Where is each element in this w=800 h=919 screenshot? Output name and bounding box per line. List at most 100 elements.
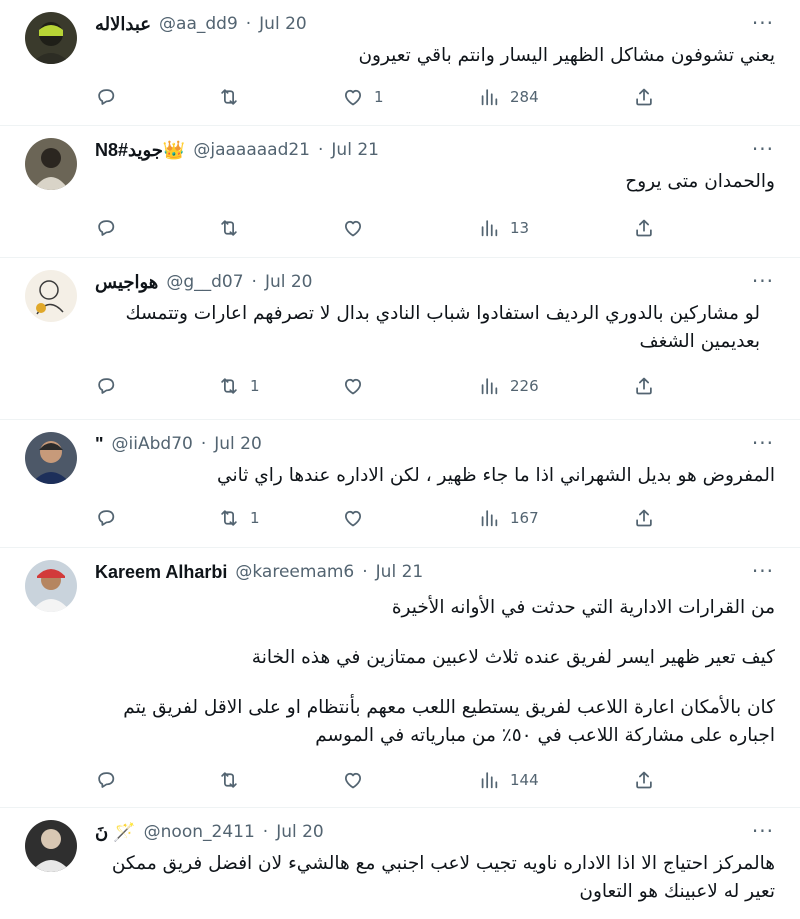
tweet-date[interactable]: Jul 20 <box>214 434 262 454</box>
views-icon <box>478 769 500 791</box>
retweet-button[interactable]: 1 <box>218 506 260 530</box>
tweet[interactable]: نَ 🪄 @noon_2411 · Jul 20 ··· هالمركز احت… <box>0 808 800 919</box>
tweet-actions: 1 284 <box>95 85 675 109</box>
separator-dot: · <box>251 272 257 292</box>
avatar[interactable] <box>25 12 77 64</box>
more-options-icon[interactable]: ··· <box>752 271 774 291</box>
tweet-text: لو مشاركين بالدوري الرديف استفادوا شباب … <box>95 300 760 356</box>
tweet-actions: 1 226 <box>95 374 675 398</box>
separator-dot: · <box>200 434 207 454</box>
tweet[interactable]: Kareem Alharbi @kareemam6 · Jul 21 ··· م… <box>0 548 800 808</box>
like-button[interactable] <box>342 216 374 240</box>
views-button[interactable]: 13 <box>478 216 529 240</box>
like-icon <box>342 217 364 239</box>
tweet-header: نَ 🪄 @noon_2411 · Jul 20 <box>95 820 324 844</box>
reply-button[interactable] <box>95 506 127 530</box>
retweet-button[interactable] <box>218 216 250 240</box>
like-button[interactable]: 1 <box>342 85 384 109</box>
views-button[interactable]: 284 <box>478 85 539 109</box>
tweet[interactable]: " @iiAbd70 · Jul 20 ··· المفروض هو بديل … <box>0 420 800 548</box>
reply-icon <box>95 375 117 397</box>
author-handle[interactable]: @noon_2411 <box>144 822 255 842</box>
avatar[interactable] <box>25 560 77 612</box>
views-icon <box>478 507 500 529</box>
author-handle[interactable]: @iiAbd70 <box>112 434 193 454</box>
separator-dot: · <box>362 562 368 582</box>
author-handle[interactable]: @aa_dd9 <box>159 14 238 34</box>
tweet-text-line: يعني تشوفون مشاكل الظهير اليسار وانتم با… <box>358 45 775 66</box>
tweet-date[interactable]: Jul 20 <box>265 272 313 292</box>
more-options-icon[interactable]: ··· <box>752 561 774 581</box>
views-button[interactable]: 167 <box>478 506 539 530</box>
share-icon <box>633 769 655 791</box>
tweet[interactable]: هواجيس @g__d07 · Jul 20 ··· لو مشاركين ب… <box>0 258 800 420</box>
like-button[interactable] <box>342 374 374 398</box>
retweet-count: 1 <box>250 377 260 395</box>
tweet-date[interactable]: Jul 21 <box>376 562 424 582</box>
like-icon <box>342 375 364 397</box>
reply-button[interactable] <box>95 216 127 240</box>
author-handle[interactable]: @kareemam6 <box>235 562 354 582</box>
paragraph-break <box>95 672 775 694</box>
author-name[interactable]: نَ 🪄 <box>95 822 136 843</box>
views-icon <box>478 86 500 108</box>
avatar[interactable] <box>25 270 77 322</box>
author-name[interactable]: N8#جويد👑 <box>95 140 185 161</box>
tweet[interactable]: عبدالاله @aa_dd9 · Jul 20 ··· يعني تشوفو… <box>0 0 800 126</box>
separator-dot: · <box>318 140 324 160</box>
like-icon <box>342 769 364 791</box>
author-name[interactable]: عبدالاله <box>95 14 151 35</box>
retweet-button[interactable] <box>218 85 250 109</box>
author-name[interactable]: هواجيس <box>95 272 158 293</box>
like-icon <box>342 86 364 108</box>
author-name[interactable]: Kareem Alharbi <box>95 562 227 583</box>
reply-icon <box>95 217 117 239</box>
author-name[interactable]: " <box>95 434 104 455</box>
author-handle[interactable]: @jaaaaaad21 <box>193 140 310 160</box>
views-icon <box>478 217 500 239</box>
views-button[interactable]: 144 <box>478 768 539 792</box>
avatar[interactable] <box>25 138 77 190</box>
more-options-icon[interactable]: ··· <box>752 13 774 33</box>
share-button[interactable] <box>633 506 655 530</box>
retweet-icon <box>218 217 240 239</box>
views-button[interactable]: 226 <box>478 374 539 398</box>
tweet-date[interactable]: Jul 20 <box>259 14 307 34</box>
share-button[interactable] <box>633 85 655 109</box>
retweet-count: 1 <box>250 509 260 527</box>
reply-button[interactable] <box>95 85 127 109</box>
like-button[interactable] <box>342 506 374 530</box>
avatar[interactable] <box>25 432 77 484</box>
retweet-icon <box>218 86 240 108</box>
tweet-date[interactable]: Jul 21 <box>331 140 379 160</box>
tweet-text: هالمركز احتياج الا اذا الاداره ناويه تجي… <box>95 850 775 906</box>
author-handle[interactable]: @g__d07 <box>166 272 243 292</box>
avatar[interactable] <box>25 820 77 872</box>
share-icon <box>633 507 655 529</box>
retweet-button[interactable] <box>218 768 250 792</box>
like-icon <box>342 507 364 529</box>
like-button[interactable] <box>342 768 374 792</box>
more-options-icon[interactable]: ··· <box>752 139 774 159</box>
share-button[interactable] <box>633 768 655 792</box>
tweet[interactable]: N8#جويد👑 @jaaaaaad21 · Jul 21 ··· والحمد… <box>0 126 800 258</box>
tweet-date[interactable]: Jul 20 <box>276 822 324 842</box>
author-name-text: نَ <box>95 821 109 842</box>
retweet-button[interactable]: 1 <box>218 374 260 398</box>
retweet-icon <box>218 769 240 791</box>
tweet-text-line: والحمدان متى يروح <box>625 171 775 192</box>
retweet-icon <box>218 375 240 397</box>
reply-button[interactable] <box>95 768 127 792</box>
share-icon <box>633 375 655 397</box>
share-button[interactable] <box>633 374 655 398</box>
reply-button[interactable] <box>95 374 127 398</box>
view-count: 144 <box>510 771 539 789</box>
more-options-icon[interactable]: ··· <box>752 433 774 453</box>
reply-icon <box>95 507 117 529</box>
tweet-header: " @iiAbd70 · Jul 20 <box>95 432 262 456</box>
share-icon <box>633 86 655 108</box>
tweet-actions: 13 <box>95 216 675 240</box>
more-options-icon[interactable]: ··· <box>752 821 774 841</box>
tweet-header: عبدالاله @aa_dd9 · Jul 20 <box>95 12 307 36</box>
share-button[interactable] <box>633 216 655 240</box>
